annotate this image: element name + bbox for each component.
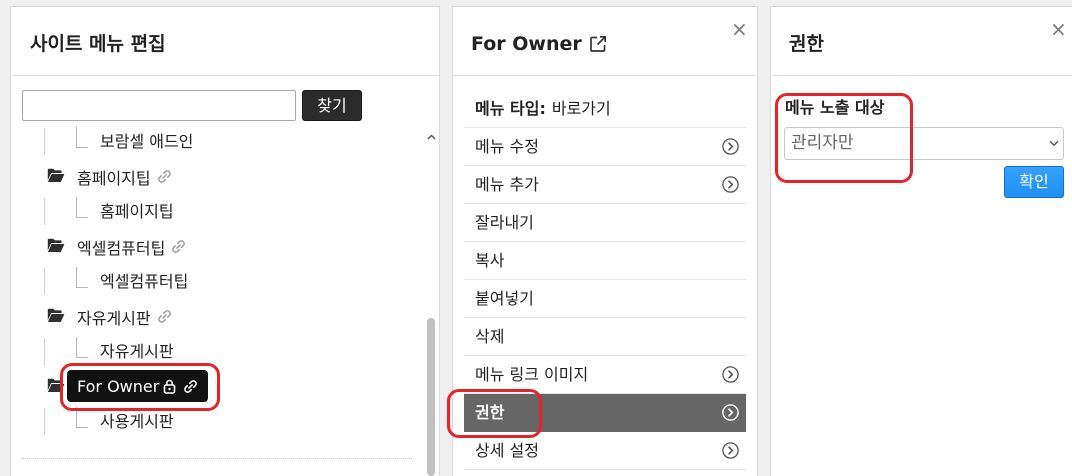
scrollbar-thumb[interactable] bbox=[427, 318, 435, 476]
tree-elbow-connector bbox=[76, 197, 88, 218]
site-menu-editor-panel: 사이트 메뉴 편집 찾기 보람셀 애드인 홈페이지팁 홈페이지팁 엑셀컴퓨터팁 … bbox=[10, 6, 440, 476]
permission-panel: 권한 × 메뉴 노출 대상 관리자만 확인 bbox=[770, 6, 1072, 476]
tree-guide-line bbox=[44, 128, 45, 155]
chevron-circle-right-icon[interactable] bbox=[722, 366, 739, 383]
tree-scrollbar[interactable] bbox=[426, 124, 437, 476]
menu-tree: 보람셀 애드인 홈페이지팁 홈페이지팁 엑셀컴퓨터팁 엑셀컴퓨터팁 자유게시판 … bbox=[22, 124, 426, 476]
tree-child-node[interactable]: 자유게시판 bbox=[22, 334, 412, 369]
menu-item-label[interactable]: 삭제 bbox=[475, 327, 504, 346]
tree-folder-label-group[interactable]: 홈페이지팁 bbox=[77, 159, 172, 194]
close-icon[interactable]: × bbox=[731, 19, 748, 39]
menu-item-label[interactable]: 복사 bbox=[475, 251, 504, 270]
menu-item-label[interactable]: 잘라내기 bbox=[475, 213, 534, 232]
menu-item-label[interactable]: 붙여넣기 bbox=[475, 289, 534, 308]
tree-folder-label-group[interactable]: 자유게시판 bbox=[77, 299, 172, 334]
tree-node-label[interactable]: 엑셀컴퓨터팁 bbox=[77, 235, 165, 259]
menu-item-link-image[interactable]: 메뉴 링크 이미지 bbox=[464, 356, 746, 394]
menu-item-label[interactable]: 메뉴 링크 이미지 bbox=[475, 365, 588, 384]
tree-guide-line bbox=[44, 408, 45, 435]
folder-open-icon[interactable] bbox=[47, 238, 65, 253]
close-icon[interactable]: × bbox=[1050, 19, 1067, 39]
menu-item-label[interactable]: 메뉴 추가 bbox=[475, 175, 539, 194]
tree-guide-line bbox=[44, 268, 45, 295]
tree-elbow-connector bbox=[76, 407, 88, 428]
tree-node-label[interactable]: 홈페이지팁 bbox=[100, 194, 174, 229]
lock-icon bbox=[163, 379, 176, 394]
menu-item-label[interactable]: 권한 bbox=[475, 403, 504, 422]
tree-elbow-connector bbox=[76, 127, 88, 148]
menu-item-copy[interactable]: 복사 bbox=[464, 242, 746, 280]
panel-title: For Owner bbox=[471, 32, 607, 56]
tree-child-node[interactable]: 홈페이지팁 bbox=[22, 194, 412, 229]
tree-child-node[interactable]: 보람셀 애드인 bbox=[22, 124, 412, 159]
menu-item-label[interactable]: 상세 설정 bbox=[475, 441, 539, 460]
folder-open-icon[interactable] bbox=[47, 378, 65, 393]
link-icon bbox=[157, 309, 172, 324]
visibility-select[interactable]: 관리자만 bbox=[784, 127, 1064, 160]
menu-type-label: 메뉴 타입: bbox=[475, 99, 546, 118]
menu-action-list: 메뉴 타입: 바로가기 메뉴 수정 메뉴 추가 잘라내기 복사 붙여넣기 삭제 메… bbox=[464, 90, 746, 470]
menu-item-paste[interactable]: 붙여넣기 bbox=[464, 280, 746, 318]
chevron-circle-right-icon[interactable] bbox=[722, 442, 739, 459]
panel-title-text: For Owner bbox=[471, 33, 582, 55]
panel-title: 권한 bbox=[789, 32, 824, 56]
tree-node-label[interactable]: 홈페이지팁 bbox=[77, 165, 151, 189]
menu-item-delete[interactable]: 삭제 bbox=[464, 318, 746, 356]
menu-item-permission[interactable]: 권한 bbox=[464, 394, 746, 432]
menu-item-add[interactable]: 메뉴 추가 bbox=[464, 166, 746, 204]
menu-type-value: 바로가기 bbox=[551, 99, 611, 118]
panel-title-text: 사이트 메뉴 편집 bbox=[30, 33, 166, 55]
tree-elbow-connector bbox=[76, 267, 88, 288]
tree-node-label[interactable]: For Owner bbox=[77, 377, 159, 396]
panel-title-text: 권한 bbox=[789, 33, 824, 55]
tree-guide-line bbox=[44, 198, 45, 225]
panel-header: 권한 × bbox=[771, 7, 1072, 76]
link-icon bbox=[183, 379, 198, 394]
menu-item-label[interactable]: 메뉴 수정 bbox=[475, 137, 539, 156]
tree-node-label[interactable]: 자유게시판 bbox=[100, 334, 174, 369]
tree-child-node[interactable]: 사용게시판 bbox=[22, 404, 412, 439]
chevron-up-icon[interactable] bbox=[427, 134, 436, 140]
menu-item-advanced-settings[interactable]: 상세 설정 bbox=[464, 432, 746, 470]
tree-divider bbox=[22, 458, 412, 459]
search-button[interactable]: 찾기 bbox=[302, 90, 362, 121]
menu-visibility-label: 메뉴 노출 대상 bbox=[785, 98, 885, 117]
tree-folder-node[interactable]: 엑셀컴퓨터팁 bbox=[22, 229, 412, 264]
link-icon bbox=[171, 239, 186, 254]
tree-guide-line bbox=[44, 338, 45, 365]
tree-node-label[interactable]: 보람셀 애드인 bbox=[100, 124, 193, 159]
tree-node-label[interactable]: 자유게시판 bbox=[77, 305, 151, 329]
menu-type-row: 메뉴 타입: 바로가기 bbox=[464, 90, 746, 128]
tree-folder-node-selected[interactable]: For Owner bbox=[22, 369, 412, 404]
tree-node-label[interactable]: 엑셀컴퓨터팁 bbox=[100, 264, 188, 299]
chevron-circle-right-icon[interactable] bbox=[722, 176, 739, 193]
link-icon bbox=[157, 169, 172, 184]
external-link-icon[interactable] bbox=[589, 35, 607, 53]
tree-node-label[interactable]: 사용게시판 bbox=[100, 404, 174, 439]
tree-folder-label-group[interactable]: 엑셀컴퓨터팁 bbox=[77, 229, 186, 264]
panel-title: 사이트 메뉴 편집 bbox=[30, 32, 166, 56]
chevron-down-icon bbox=[1049, 140, 1059, 147]
tree-folder-node[interactable]: 자유게시판 bbox=[22, 299, 412, 334]
tree-child-node[interactable]: 엑셀컴퓨터팁 bbox=[22, 264, 412, 299]
tree-elbow-connector bbox=[76, 337, 88, 358]
panel-header: 사이트 메뉴 편집 bbox=[11, 7, 439, 76]
menu-actions-panel: For Owner × 메뉴 타입: 바로가기 메뉴 수정 메뉴 추가 잘라내기 bbox=[452, 6, 758, 476]
panel-header: For Owner × bbox=[453, 7, 757, 76]
visibility-select-value: 관리자만 bbox=[791, 133, 854, 153]
folder-open-icon[interactable] bbox=[47, 168, 65, 183]
menu-item-cut[interactable]: 잘라내기 bbox=[464, 204, 746, 242]
tree-folder-node[interactable]: 홈페이지팁 bbox=[22, 159, 412, 194]
confirm-button[interactable]: 확인 bbox=[1004, 166, 1064, 198]
folder-open-icon[interactable] bbox=[47, 308, 65, 323]
chevron-circle-right-icon[interactable] bbox=[722, 404, 739, 421]
selected-tree-node[interactable]: For Owner bbox=[67, 370, 209, 402]
menu-item-edit[interactable]: 메뉴 수정 bbox=[464, 128, 746, 166]
chevron-circle-right-icon[interactable] bbox=[722, 138, 739, 155]
menu-search-input[interactable] bbox=[22, 90, 296, 121]
